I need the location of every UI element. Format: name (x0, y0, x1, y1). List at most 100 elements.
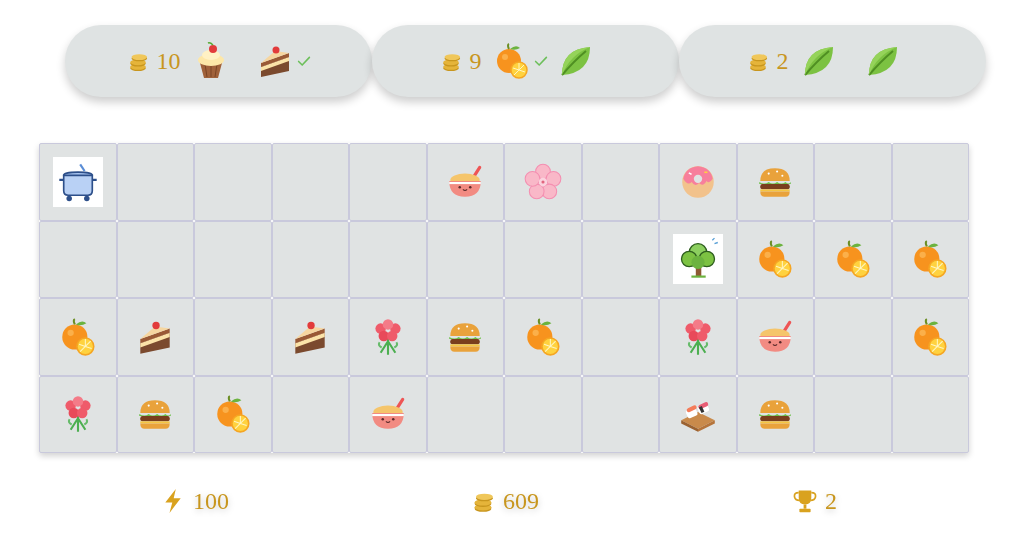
board-cell[interactable] (504, 221, 582, 299)
board-cell[interactable] (39, 298, 117, 376)
board-item[interactable] (677, 316, 719, 358)
board-item[interactable] (754, 238, 796, 280)
board-cell[interactable] (349, 143, 427, 221)
board-cell[interactable] (194, 221, 272, 299)
board-cell[interactable] (737, 143, 815, 221)
generator[interactable] (53, 157, 103, 207)
board-item[interactable] (57, 393, 99, 435)
coins-icon (469, 487, 497, 515)
board-cell[interactable] (659, 376, 737, 454)
flowers-icon (57, 393, 99, 435)
board-item[interactable] (522, 161, 564, 203)
board-cell[interactable] (814, 376, 892, 454)
board-cell[interactable] (814, 221, 892, 299)
board-cell[interactable] (272, 298, 350, 376)
trophy-icon (791, 487, 819, 515)
board-cell[interactable] (117, 376, 195, 454)
coins-stat: 609 (349, 481, 659, 521)
board-item[interactable] (754, 393, 796, 435)
board-cell[interactable] (39, 221, 117, 299)
board-item[interactable] (522, 316, 564, 358)
board-item[interactable] (444, 161, 486, 203)
board-item[interactable] (367, 316, 409, 358)
board-item[interactable] (57, 316, 99, 358)
generator[interactable] (673, 234, 723, 284)
board-item[interactable] (754, 161, 796, 203)
orange-icon (492, 41, 532, 81)
board-cell[interactable] (659, 143, 737, 221)
board-cell[interactable] (194, 143, 272, 221)
coins-icon (438, 48, 464, 74)
order-card[interactable]: 10 (65, 25, 372, 97)
check-icon (295, 52, 313, 70)
board-cell[interactable] (349, 298, 427, 376)
board-cell[interactable] (504, 376, 582, 454)
board-item[interactable] (832, 238, 874, 280)
orange-icon (212, 393, 254, 435)
board-cell[interactable] (737, 221, 815, 299)
check-icon (532, 52, 550, 70)
board-cell[interactable] (582, 143, 660, 221)
board-cell[interactable] (814, 298, 892, 376)
board-cell[interactable] (349, 376, 427, 454)
board-cell[interactable] (194, 376, 272, 454)
board-item[interactable] (909, 238, 951, 280)
board-cell[interactable] (427, 221, 505, 299)
board-item[interactable] (909, 316, 951, 358)
board-cell[interactable] (117, 221, 195, 299)
orange-icon (57, 316, 99, 358)
board-cell[interactable] (117, 143, 195, 221)
burger-icon (754, 161, 796, 203)
order-card[interactable]: 2 (679, 25, 986, 97)
board-cell[interactable] (427, 298, 505, 376)
coins-icon (438, 48, 464, 74)
board-cell[interactable] (349, 221, 427, 299)
board-cell[interactable] (814, 143, 892, 221)
board-cell[interactable] (272, 376, 350, 454)
board-item[interactable] (444, 316, 486, 358)
trophies-stat: 2 (659, 481, 969, 521)
orange-icon (754, 238, 796, 280)
rice-icon (444, 161, 486, 203)
board-cell[interactable] (272, 143, 350, 221)
board-item[interactable] (677, 393, 719, 435)
board-item[interactable] (289, 316, 331, 358)
cake-icon (289, 316, 331, 358)
donut-icon (677, 161, 719, 203)
leaf-icon (556, 41, 596, 81)
board-item[interactable] (212, 393, 254, 435)
board-item[interactable] (677, 161, 719, 203)
board-cell[interactable] (117, 298, 195, 376)
board-cell[interactable] (737, 298, 815, 376)
order-card[interactable]: 9 (372, 25, 679, 97)
energy-value: 100 (193, 489, 229, 513)
board-cell[interactable] (427, 376, 505, 454)
check-icon (295, 52, 313, 70)
pot-icon (56, 160, 100, 204)
board-item[interactable] (134, 393, 176, 435)
board-item[interactable] (754, 316, 796, 358)
board-item[interactable] (134, 316, 176, 358)
board-cell[interactable] (892, 221, 970, 299)
board-cell[interactable] (39, 143, 117, 221)
board-cell[interactable] (427, 143, 505, 221)
board-cell[interactable] (582, 376, 660, 454)
board-cell[interactable] (39, 376, 117, 454)
board-item[interactable] (367, 393, 409, 435)
cake-icon (255, 41, 295, 81)
board-cell[interactable] (194, 298, 272, 376)
board-cell[interactable] (582, 221, 660, 299)
order-reward: 9 (470, 49, 482, 73)
board-cell[interactable] (659, 221, 737, 299)
board-cell[interactable] (582, 298, 660, 376)
coins-value: 609 (503, 489, 539, 513)
board-cell[interactable] (504, 143, 582, 221)
board-cell[interactable] (892, 376, 970, 454)
order-item (799, 41, 857, 81)
board-cell[interactable] (272, 221, 350, 299)
board-cell[interactable] (737, 376, 815, 454)
board-cell[interactable] (659, 298, 737, 376)
board-cell[interactable] (504, 298, 582, 376)
board-cell[interactable] (892, 143, 970, 221)
board-cell[interactable] (892, 298, 970, 376)
